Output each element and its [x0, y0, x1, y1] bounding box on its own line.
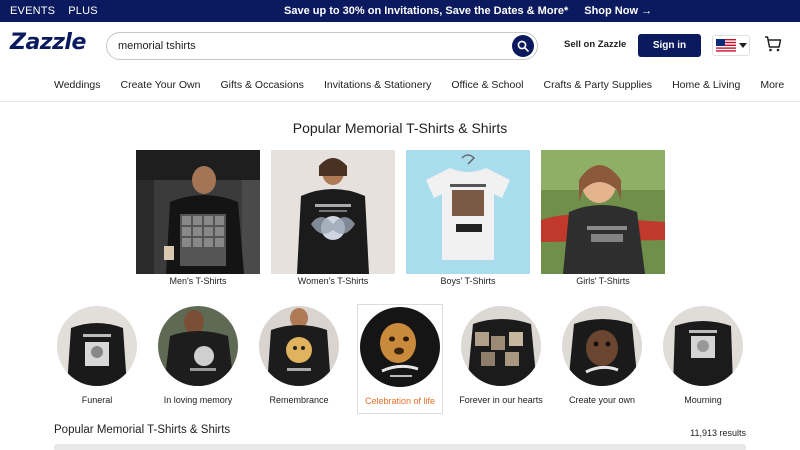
results-heading: Popular Memorial T-Shirts & Shirts	[54, 424, 231, 436]
chip-label[interactable]: Mourning	[684, 395, 722, 405]
card-label[interactable]: Men's T-Shirts	[136, 276, 260, 286]
chip-image[interactable]	[562, 306, 642, 386]
main-content: Popular Memorial T-Shirts & Shirts Men's…	[0, 102, 800, 450]
mens-tshirt-image[interactable]	[136, 150, 260, 274]
chip-label[interactable]: Remembrance	[269, 395, 328, 405]
category-card-girls[interactable]: Girls' T-Shirts	[541, 150, 665, 286]
chip-image[interactable]	[663, 306, 743, 386]
search-button[interactable]	[512, 35, 534, 57]
category-nav: Weddings Create Your Own Gifts & Occasio…	[0, 68, 800, 102]
chip-image[interactable]	[360, 307, 440, 387]
card-label[interactable]: Women's T-Shirts	[271, 276, 395, 286]
nav-office-school[interactable]: Office & School	[451, 79, 523, 91]
cart-button[interactable]	[760, 30, 786, 58]
category-card-womens[interactable]: Women's T-Shirts	[271, 150, 395, 286]
chip-image[interactable]	[158, 306, 238, 386]
chip-in-loving-memory[interactable]: In loving memory	[155, 304, 241, 414]
chip-image[interactable]	[259, 306, 339, 386]
sign-in-button[interactable]: Sign in	[638, 34, 701, 57]
cart-icon	[765, 36, 782, 52]
search-icon	[517, 40, 529, 52]
boys-tshirt-image[interactable]	[406, 150, 530, 274]
chip-image[interactable]	[461, 306, 541, 386]
zazzle-logo[interactable]: Zazzle	[10, 30, 86, 55]
chip-image[interactable]	[57, 306, 137, 386]
nav-weddings[interactable]: Weddings	[54, 79, 101, 91]
results-grid-top	[54, 444, 746, 450]
chip-celebration-of-life[interactable]: Celebration of life	[357, 304, 443, 414]
search-input[interactable]	[118, 40, 498, 52]
category-card-boys[interactable]: Boys' T-Shirts	[406, 150, 530, 286]
nav-invitations-stationery[interactable]: Invitations & Stationery	[324, 79, 431, 91]
chip-label[interactable]: Celebration of life	[365, 396, 435, 406]
nav-gifts-occasions[interactable]: Gifts & Occasions	[220, 79, 303, 91]
nav-home-living[interactable]: Home & Living	[672, 79, 740, 91]
chip-create-your-own[interactable]: Create your own	[559, 304, 645, 414]
shop-now-link[interactable]: Shop Now →	[584, 5, 652, 17]
chip-mourning[interactable]: Mourning	[660, 304, 746, 414]
chip-remembrance[interactable]: Remembrance	[256, 304, 342, 414]
chip-label[interactable]: In loving memory	[164, 395, 233, 405]
chip-forever-in-our-hearts[interactable]: Forever in our hearts	[458, 304, 544, 414]
chip-label[interactable]: Create your own	[569, 395, 635, 405]
events-link[interactable]: EVENTS	[10, 5, 55, 17]
search-bar	[106, 32, 538, 60]
card-label[interactable]: Boys' T-Shirts	[406, 276, 530, 286]
sell-on-zazzle-link[interactable]: Sell on Zazzle	[564, 39, 626, 50]
card-label[interactable]: Girls' T-Shirts	[541, 276, 665, 286]
us-flag-icon	[716, 39, 736, 52]
results-count: 11,913 results	[690, 428, 746, 438]
page-title: Popular Memorial T-Shirts & Shirts	[292, 120, 508, 136]
chip-funeral[interactable]: Funeral	[54, 304, 140, 414]
plus-link[interactable]: PLUS	[68, 5, 98, 17]
chip-label[interactable]: Forever in our hearts	[459, 395, 543, 405]
nav-create-your-own[interactable]: Create Your Own	[121, 79, 201, 91]
chevron-down-icon	[739, 42, 747, 48]
chip-label[interactable]: Funeral	[82, 395, 113, 405]
womens-tshirt-image[interactable]	[271, 150, 395, 274]
site-header: Zazzle Sell on Zazzle Sign in	[0, 22, 800, 68]
nav-crafts-party[interactable]: Crafts & Party Supplies	[544, 79, 653, 91]
category-card-mens[interactable]: Men's T-Shirts	[136, 150, 260, 286]
promo-message[interactable]: Save up to 30% on Invitations, Save the …	[284, 5, 568, 17]
nav-more[interactable]: More	[760, 79, 784, 91]
country-selector[interactable]	[712, 35, 750, 56]
girls-tshirt-image[interactable]	[541, 150, 665, 274]
promo-banner: EVENTS PLUS Save up to 30% on Invitation…	[0, 0, 800, 22]
